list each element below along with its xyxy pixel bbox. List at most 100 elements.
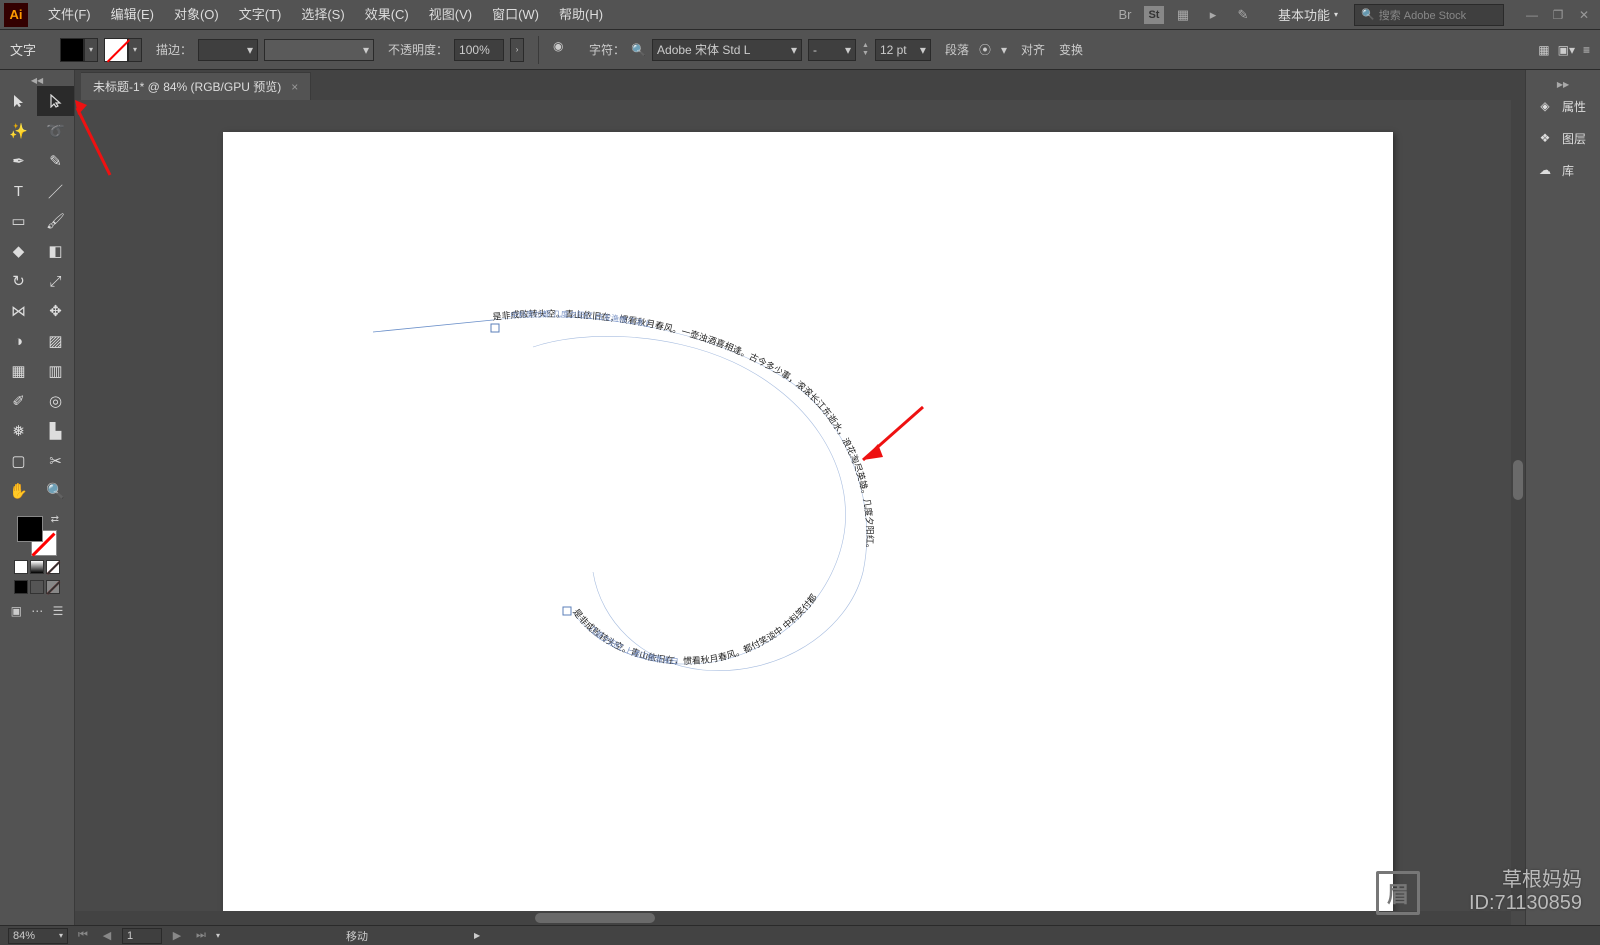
shaper-tool[interactable]: ◆	[0, 236, 37, 266]
eraser-tool[interactable]: ◧	[37, 236, 74, 266]
magic-wand-tool[interactable]: ✨	[0, 116, 37, 146]
panel-layers[interactable]: ❖图层	[1526, 122, 1600, 154]
stroke-color[interactable]: ▾	[104, 38, 142, 62]
path-text-inner[interactable]: 是非成败转头空。青山依旧在，惯看秋月春风。都付笑谈中 中料笑付都	[571, 592, 819, 666]
status-menu-icon[interactable]: ▶	[474, 931, 480, 940]
swap-colors-icon[interactable]: ⇄	[51, 514, 59, 525]
hand-tool[interactable]: ✋	[0, 476, 37, 506]
panels-expand-icon[interactable]: ▶▶	[1526, 80, 1600, 90]
graph-tool[interactable]: ▙	[37, 416, 74, 446]
font-family-input[interactable]: Adobe 宋体 Std L▾	[652, 39, 802, 61]
zoom-tool[interactable]: 🔍	[37, 476, 74, 506]
list-icon[interactable]: ≡	[1583, 43, 1590, 57]
direct-selection-tool[interactable]	[37, 86, 74, 116]
fill-swatch[interactable]	[17, 516, 43, 542]
slice-tool[interactable]: ✂	[37, 446, 74, 476]
menu-effect[interactable]: 效果(C)	[355, 0, 419, 30]
rectangle-tool[interactable]: ▭	[0, 206, 37, 236]
screen-mode-icon[interactable]: ▣	[11, 604, 22, 618]
workspace-switcher[interactable]: 基本功能 ▾	[1270, 4, 1346, 26]
eyedropper-tool[interactable]: ✐	[0, 386, 37, 416]
width-tool[interactable]: ⋈	[0, 296, 37, 326]
gpu-icon[interactable]: ▸	[1202, 4, 1224, 26]
path-text-outer[interactable]: 是非成败转头空。青山依旧在，惯看秋月春风。一壶浊酒喜相逢。古今多少事，滚滚长江东…	[492, 308, 876, 554]
menu-object[interactable]: 对象(O)	[164, 0, 229, 30]
fill-stroke-swatch[interactable]: ⇄	[17, 516, 57, 556]
menu-select[interactable]: 选择(S)	[291, 0, 354, 30]
blend-tool[interactable]: ◎	[37, 386, 74, 416]
first-artboard-icon[interactable]: ⏮	[74, 929, 92, 942]
selection-tool[interactable]	[0, 86, 37, 116]
pen-tool[interactable]: ✒	[0, 146, 37, 176]
menu-view[interactable]: 视图(V)	[419, 0, 482, 30]
draw-inside-icon[interactable]	[46, 580, 60, 594]
paragraph-icon[interactable]: ⦿	[979, 41, 991, 58]
artboard-tool[interactable]: ▢	[0, 446, 37, 476]
more-tools-icon[interactable]: ☰	[53, 604, 64, 618]
fill-color[interactable]: ▾	[60, 38, 98, 62]
type-tool[interactable]: T	[0, 176, 37, 206]
menu-window[interactable]: 窗口(W)	[482, 0, 549, 30]
maximize-button[interactable]: ❐	[1546, 6, 1570, 24]
draw-behind-icon[interactable]	[30, 580, 44, 594]
align-group-icon[interactable]: ▦	[1538, 43, 1549, 57]
mini-swatch-gradient[interactable]	[30, 560, 44, 574]
free-transform-tool[interactable]: ✥	[37, 296, 74, 326]
font-style-input[interactable]: -▾	[808, 39, 856, 61]
symbol-sprayer-tool[interactable]: ❅	[0, 416, 37, 446]
tools-collapse-icon[interactable]: ◀◀	[0, 76, 74, 86]
panel-properties[interactable]: ◈属性	[1526, 90, 1600, 122]
char-label: 字符：	[589, 41, 625, 58]
feather-icon[interactable]: ✎	[1232, 4, 1254, 26]
scale-tool[interactable]: ⤢	[37, 266, 74, 296]
arrange-docs-icon[interactable]: ▦	[1172, 4, 1194, 26]
paintbrush-tool[interactable]: 🖌	[37, 206, 74, 236]
bridge-icon[interactable]: Br	[1114, 4, 1136, 26]
artboard-number-input[interactable]: 1	[122, 928, 162, 944]
opacity-chevron[interactable]: ›	[510, 38, 524, 62]
mini-swatch-color[interactable]	[14, 560, 28, 574]
stock-icon[interactable]: St	[1144, 6, 1164, 24]
shape-builder-tool[interactable]: ◑	[0, 326, 37, 356]
prev-artboard-icon[interactable]: ◀	[98, 929, 116, 942]
gradient-tool[interactable]: ▥	[37, 356, 74, 386]
curvature-tool[interactable]: ✎	[37, 146, 74, 176]
adobe-stock-search[interactable]: 🔍 搜索 Adobe Stock	[1354, 4, 1504, 26]
zoom-input[interactable]: 84%▾	[8, 928, 68, 944]
menu-help[interactable]: 帮助(H)	[549, 0, 613, 30]
stroke-profile[interactable]: ▾	[264, 39, 374, 61]
scrollbar-thumb[interactable]	[535, 913, 655, 923]
menu-type[interactable]: 文字(T)	[229, 0, 292, 30]
draw-normal-icon[interactable]	[14, 580, 28, 594]
line-tool[interactable]: ／	[37, 176, 74, 206]
panel-libraries[interactable]: ☁库	[1526, 154, 1600, 186]
menu-edit[interactable]: 编辑(E)	[101, 0, 164, 30]
horizontal-scrollbar[interactable]	[75, 911, 1511, 925]
align-label[interactable]: 对齐	[1021, 41, 1045, 58]
edit-toolbar-icon[interactable]: ⋯	[31, 604, 43, 618]
next-artboard-icon[interactable]: ▶	[168, 929, 186, 942]
recolor-icon[interactable]: ◉	[553, 39, 575, 61]
document-tab[interactable]: 未标题-1* @ 84% (RGB/GPU 预览) ×	[81, 72, 311, 100]
vertical-scrollbar[interactable]	[1511, 100, 1525, 911]
transform-label[interactable]: 变换	[1059, 41, 1083, 58]
mini-swatch-none[interactable]	[46, 560, 60, 574]
lasso-tool[interactable]: ➰	[37, 116, 74, 146]
canvas[interactable]: 是非成败转头空。青山依旧在，惯看秋月春风。一壶浊酒喜相逢。古今多少事，滚滚长江东…	[75, 100, 1525, 925]
menu-file[interactable]: 文件(F)	[38, 0, 101, 30]
font-size-input[interactable]: 12 pt▾	[875, 39, 931, 61]
opacity-input[interactable]: 100%	[454, 39, 504, 61]
divider	[538, 36, 539, 64]
rotate-tool[interactable]: ↻	[0, 266, 37, 296]
artboard-nav-dropdown[interactable]: ▾	[216, 931, 220, 940]
close-button[interactable]: ✕	[1572, 6, 1596, 24]
last-artboard-icon[interactable]: ⏭	[192, 929, 210, 942]
transform-panel-icon[interactable]: ▣▾	[1558, 43, 1575, 57]
close-icon[interactable]: ×	[291, 80, 298, 94]
perspective-tool[interactable]: ▨	[37, 326, 74, 356]
mesh-tool[interactable]: ▦	[0, 356, 37, 386]
stroke-weight-input[interactable]: ▾	[198, 39, 258, 61]
minimize-button[interactable]: —	[1520, 6, 1544, 24]
panel-label: 属性	[1562, 98, 1586, 115]
scrollbar-thumb[interactable]	[1513, 460, 1523, 500]
